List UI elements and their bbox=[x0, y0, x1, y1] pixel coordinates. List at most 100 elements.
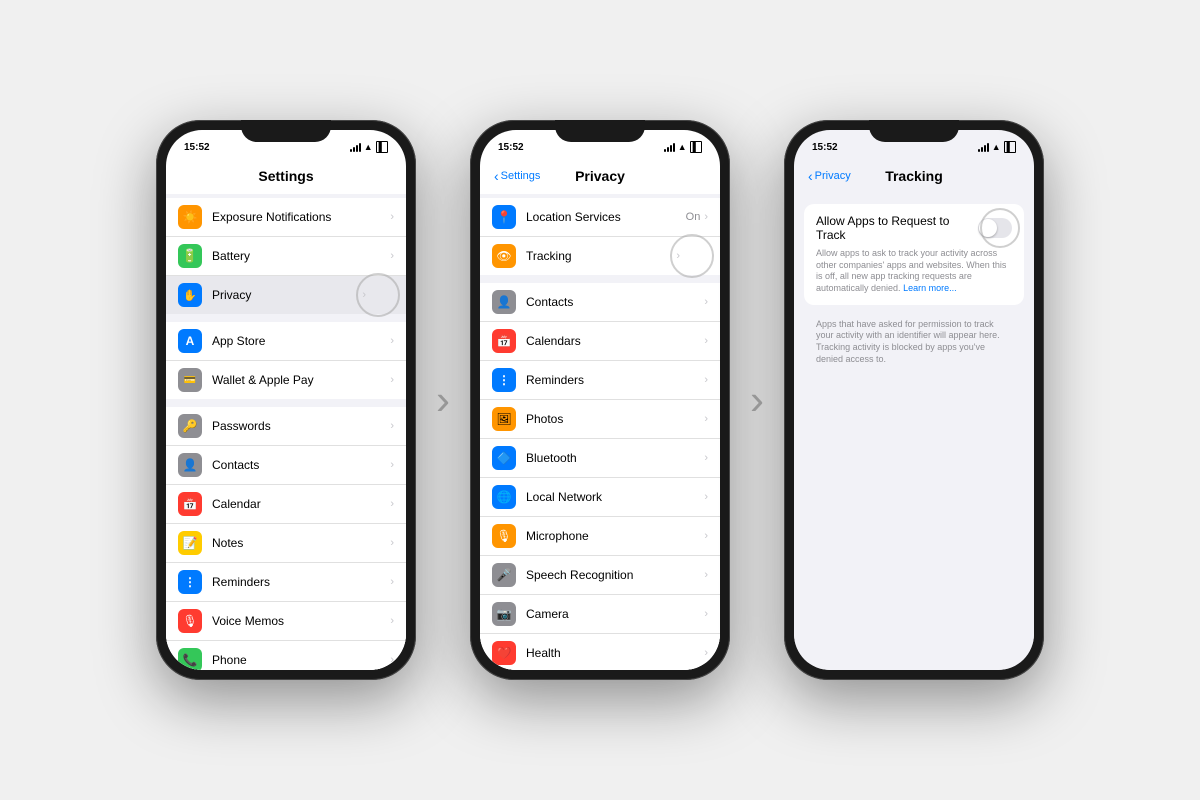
privacy-row-localnetwork[interactable]: 🌐 Local Network › bbox=[480, 478, 720, 517]
priv-photos-label: Photos bbox=[526, 412, 704, 426]
nav-bar-tracking: ‹ Privacy Tracking bbox=[794, 158, 1034, 194]
settings-row-voicememos[interactable]: 🎙 Voice Memos › bbox=[166, 602, 406, 641]
phone-icon: 📞 bbox=[178, 648, 202, 670]
status-time-1: 15:52 bbox=[184, 142, 210, 153]
chevron-calendar: › bbox=[390, 498, 394, 510]
settings-row-wallet[interactable]: 💳 Wallet & Apple Pay › bbox=[166, 361, 406, 399]
privacy-group-1: 📍 Location Services On › 👁 Tracking › bbox=[480, 198, 720, 275]
appstore-label: App Store bbox=[212, 334, 390, 348]
notes-label: Notes bbox=[212, 536, 390, 550]
chevron-priv-localnetwork: › bbox=[704, 491, 708, 503]
privacy-row-reminders[interactable]: ⋮ Reminders › bbox=[480, 361, 720, 400]
signal-icon bbox=[350, 143, 361, 152]
chevron-priv-speech: › bbox=[704, 569, 708, 581]
status-icons-3: ▲ ▌ bbox=[978, 141, 1016, 153]
privacy-row-location[interactable]: 📍 Location Services On › bbox=[480, 198, 720, 237]
priv-microphone-label: Microphone bbox=[526, 529, 704, 543]
tracking-content: Allow Apps to Request to Track Allow app… bbox=[794, 194, 1034, 670]
settings-group-2: A App Store › 💳 Wallet & Apple Pay › bbox=[166, 322, 406, 399]
settings-content: ☀️ Exposure Notifications › 🔋 Battery › … bbox=[166, 194, 406, 670]
tracking-description: Allow apps to ask to track your activity… bbox=[816, 248, 1012, 295]
contacts-icon: 👤 bbox=[178, 453, 202, 477]
privacy-row-calendars[interactable]: 📅 Calendars › bbox=[480, 322, 720, 361]
privacy-content: 📍 Location Services On › 👁 Tracking › bbox=[480, 194, 720, 670]
settings-row-exposure[interactable]: ☀️ Exposure Notifications › bbox=[166, 198, 406, 237]
settings-row-phone[interactable]: 📞 Phone › bbox=[166, 641, 406, 670]
nav-bar-privacy: ‹ Settings Privacy bbox=[480, 158, 720, 194]
chevron-priv-microphone: › bbox=[704, 530, 708, 542]
chevron-exposure: › bbox=[390, 211, 394, 223]
settings-row-privacy[interactable]: ✋ Privacy › bbox=[166, 276, 406, 314]
status-icons-1: ▲ ▌ bbox=[350, 141, 388, 153]
nav-title-tracking: Tracking bbox=[885, 168, 943, 184]
priv-microphone-icon: 🎙 bbox=[492, 524, 516, 548]
location-value: On bbox=[686, 211, 701, 223]
notch bbox=[241, 120, 331, 142]
back-to-settings[interactable]: ‹ Settings bbox=[494, 168, 540, 184]
settings-row-reminders[interactable]: ⋮ Reminders › bbox=[166, 563, 406, 602]
screen-tracking: 15:52 ▲ ▌ ‹ Privacy bbox=[794, 130, 1034, 670]
privacy-group-2: 👤 Contacts › 📅 Calendars › ⋮ Reminders › bbox=[480, 283, 720, 670]
wifi-icon: ▲ bbox=[364, 142, 373, 152]
privacy-icon: ✋ bbox=[178, 283, 202, 307]
back-to-privacy[interactable]: ‹ Privacy bbox=[808, 168, 851, 184]
privacy-row-tracking[interactable]: 👁 Tracking › bbox=[480, 237, 720, 275]
settings-row-passwords[interactable]: 🔑 Passwords › bbox=[166, 407, 406, 446]
phone-settings: 15:52 ▲ ▌ Settings bbox=[156, 120, 416, 680]
reminders-label: Reminders bbox=[212, 575, 390, 589]
chevron-priv-health: › bbox=[704, 647, 708, 659]
signal-icon-3 bbox=[978, 143, 989, 152]
chevron-voicememos: › bbox=[390, 615, 394, 627]
location-label: Location Services bbox=[526, 210, 686, 224]
privacy-row-photos[interactable]: 🖼 Photos › bbox=[480, 400, 720, 439]
tracking-info-text: Apps that have asked for permission to t… bbox=[816, 319, 1012, 366]
settings-group-1: ☀️ Exposure Notifications › 🔋 Battery › … bbox=[166, 198, 406, 314]
phone-tracking: 15:52 ▲ ▌ ‹ Privacy bbox=[784, 120, 1044, 680]
screen-privacy: 15:52 ▲ ▌ ‹ Settings bbox=[480, 130, 720, 670]
settings-row-calendar[interactable]: 📅 Calendar › bbox=[166, 485, 406, 524]
back-chevron-privacy: ‹ bbox=[494, 168, 499, 184]
chevron-priv-bluetooth: › bbox=[704, 452, 708, 464]
arrow-2: › bbox=[750, 376, 764, 424]
notes-icon: 📝 bbox=[178, 531, 202, 555]
privacy-row-health[interactable]: ❤️ Health › bbox=[480, 634, 720, 670]
status-time-2: 15:52 bbox=[498, 142, 524, 153]
voicememos-label: Voice Memos bbox=[212, 614, 390, 628]
privacy-row-contacts[interactable]: 👤 Contacts › bbox=[480, 283, 720, 322]
back-chevron-tracking: ‹ bbox=[808, 168, 813, 184]
tracking-icon: 👁 bbox=[492, 244, 516, 268]
chevron-appstore: › bbox=[390, 335, 394, 347]
nav-title-privacy: Privacy bbox=[575, 168, 625, 184]
wifi-icon-2: ▲ bbox=[678, 142, 687, 152]
privacy-row-bluetooth[interactable]: 🔷 Bluetooth › bbox=[480, 439, 720, 478]
calendar-label: Calendar bbox=[212, 497, 390, 511]
settings-row-notes[interactable]: 📝 Notes › bbox=[166, 524, 406, 563]
scene: 15:52 ▲ ▌ Settings bbox=[0, 0, 1200, 800]
priv-localnetwork-label: Local Network bbox=[526, 490, 704, 504]
privacy-row-camera[interactable]: 📷 Camera › bbox=[480, 595, 720, 634]
chevron-priv-contacts: › bbox=[704, 296, 708, 308]
priv-speech-icon: 🎤 bbox=[492, 563, 516, 587]
privacy-row-microphone[interactable]: 🎙 Microphone › bbox=[480, 517, 720, 556]
phone-label: Phone bbox=[212, 653, 390, 667]
tracking-label: Tracking bbox=[526, 249, 676, 263]
location-icon: 📍 bbox=[492, 205, 516, 229]
battery-icon: ▌ bbox=[376, 141, 388, 153]
battery-icon-2: ▌ bbox=[690, 141, 702, 153]
notch-3 bbox=[869, 120, 959, 142]
settings-row-contacts[interactable]: 👤 Contacts › bbox=[166, 446, 406, 485]
chevron-tracking: › bbox=[676, 250, 680, 262]
chevron-contacts: › bbox=[390, 459, 394, 471]
chevron-reminders: › bbox=[390, 576, 394, 588]
exposure-label: Exposure Notifications bbox=[212, 210, 390, 224]
priv-localnetwork-icon: 🌐 bbox=[492, 485, 516, 509]
priv-speech-label: Speech Recognition bbox=[526, 568, 704, 582]
chevron-passwords: › bbox=[390, 420, 394, 432]
settings-row-appstore[interactable]: A App Store › bbox=[166, 322, 406, 361]
tracking-allow-title: Allow Apps to Request to Track bbox=[816, 214, 978, 242]
privacy-row-speech[interactable]: 🎤 Speech Recognition › bbox=[480, 556, 720, 595]
settings-row-battery[interactable]: 🔋 Battery › bbox=[166, 237, 406, 276]
learn-more-link[interactable]: Learn more... bbox=[903, 283, 957, 293]
tracking-toggle[interactable] bbox=[978, 218, 1012, 238]
passwords-label: Passwords bbox=[212, 419, 390, 433]
